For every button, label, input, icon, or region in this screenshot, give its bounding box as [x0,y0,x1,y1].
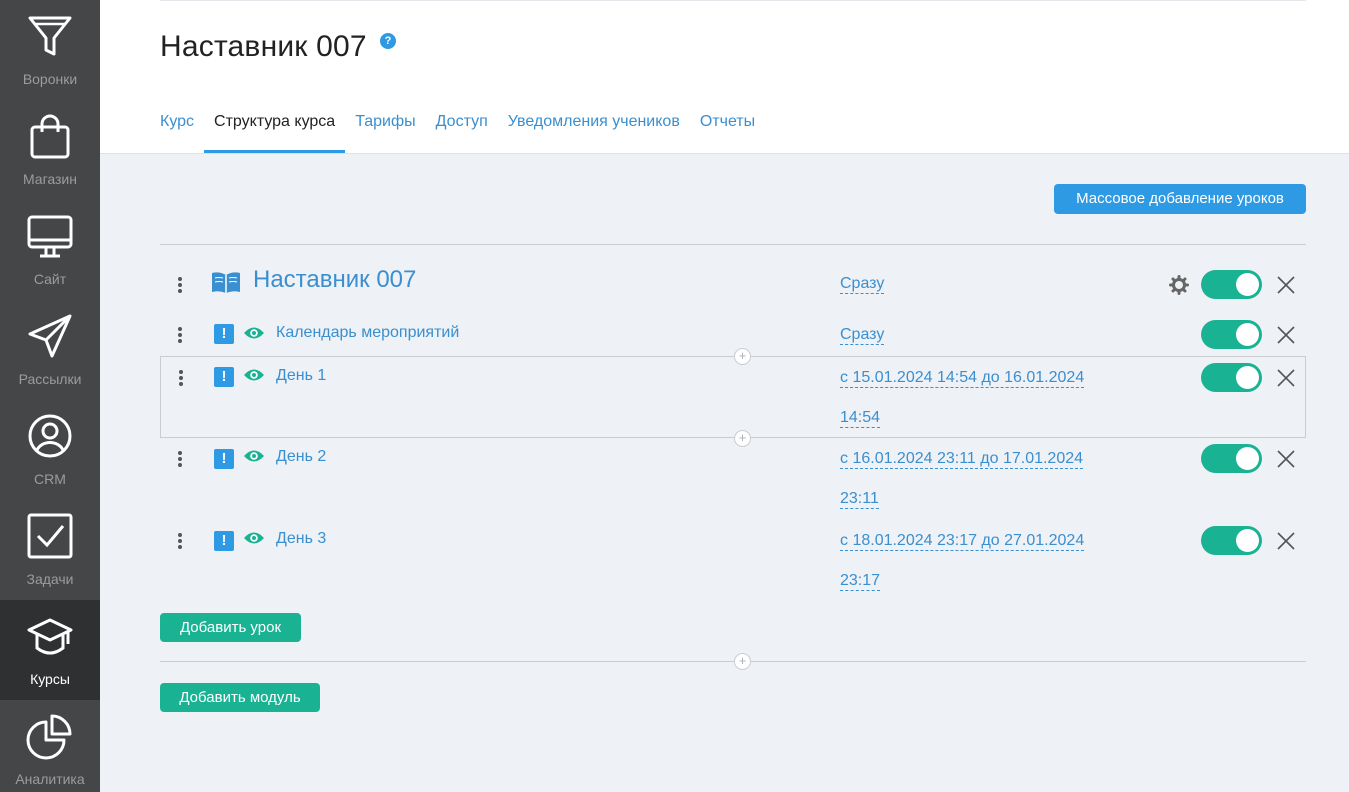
drag-handle-icon[interactable] [178,533,182,551]
monitor-icon [26,212,74,260]
tab-student-notifications[interactable]: Уведомления учеников [508,110,680,154]
open-book-icon [210,270,242,294]
sidebar-item-funnels[interactable]: Воронки [0,0,100,100]
tab-course[interactable]: Курс [160,110,194,154]
tab-bar: Курс Структура курса Тарифы Доступ Уведо… [160,110,775,154]
gear-icon[interactable] [1169,275,1189,295]
toggle-knob [1236,529,1259,552]
lesson-enabled-toggle[interactable] [1201,526,1262,555]
divider [160,244,1306,245]
drag-handle-icon[interactable] [178,277,182,295]
help-icon[interactable]: ? [380,33,396,49]
sidebar-item-label: Аналитика [15,771,85,787]
close-icon[interactable] [1275,448,1297,470]
lesson-title[interactable]: Календарь мероприятий [276,324,459,342]
tab-access[interactable]: Доступ [436,110,488,154]
lesson-schedule-link[interactable]: с 16.01.2024 23:11 до 17.01.2024 23:11 [840,439,1100,519]
graduation-cap-icon [26,612,74,660]
sidebar-item-label: CRM [34,471,66,487]
warning-icon: ! [214,324,234,344]
lesson-row: ! День 2 с 16.01.2024 23:11 до 17.01.202… [160,439,1306,521]
sidebar-item-label: Магазин [22,171,77,187]
sidebar-item-analytics[interactable]: Аналитика [0,700,100,792]
sidebar-item-tasks[interactable]: Задачи [0,500,100,600]
paper-plane-icon [26,312,74,360]
sidebar: Воронки Магазин Сайт Рассылки CRM Задачи [0,0,100,792]
toggle-knob [1236,447,1259,470]
add-lesson-button[interactable]: Добавить урок [160,613,301,642]
lesson-title[interactable]: День 3 [276,530,326,548]
lesson-schedule-link[interactable]: с 18.01.2024 23:17 до 27.01.2024 23:17 [840,521,1100,601]
lesson-enabled-toggle[interactable] [1201,363,1262,392]
lesson-enabled-toggle[interactable] [1201,444,1262,473]
sidebar-item-label: Рассылки [18,371,82,387]
toggle-knob [1236,366,1259,389]
sidebar-item-label: Воронки [22,71,78,87]
tab-reports[interactable]: Отчеты [700,110,755,154]
module-row: Наставник 007 Сразу [160,266,1306,306]
page-header: Наставник 007 ? Курс Структура курса Тар… [100,0,1349,154]
divider [160,0,1306,1]
sidebar-item-label: Курсы [30,671,70,687]
close-icon[interactable] [1275,530,1297,552]
sidebar-item-crm[interactable]: CRM [0,400,100,500]
toggle-knob [1236,273,1259,296]
drag-handle-icon[interactable] [179,370,183,388]
shopping-bag-icon [26,112,74,160]
user-circle-icon [26,412,74,460]
sidebar-item-mailings[interactable]: Рассылки [0,300,100,400]
lesson-enabled-toggle[interactable] [1201,320,1262,349]
pie-chart-icon [26,712,74,760]
eye-icon[interactable] [243,530,265,546]
page-title: Наставник 007 [160,30,367,63]
warning-icon: ! [214,449,234,469]
close-icon[interactable] [1275,324,1297,346]
lesson-title[interactable]: День 2 [276,448,326,466]
warning-icon: ! [214,367,234,387]
sidebar-item-shop[interactable]: Магазин [0,100,100,200]
drag-handle-icon[interactable] [178,451,182,469]
mass-add-lessons-button[interactable]: Массовое добавление уроков [1054,184,1306,214]
tab-course-structure[interactable]: Структура курса [204,110,346,154]
eye-icon[interactable] [243,367,265,383]
sidebar-item-site[interactable]: Сайт [0,200,100,300]
eye-icon[interactable] [243,325,265,341]
sidebar-item-label: Сайт [33,271,67,287]
insert-lesson-icon[interactable]: + [734,430,751,447]
lesson-schedule-link[interactable]: Сразу [840,315,1100,355]
lesson-schedule-link[interactable]: с 15.01.2024 14:54 до 16.01.2024 14:54 [840,358,1100,438]
lesson-row: ! День 1 с 15.01.2024 14:54 до 16.01.202… [160,356,1306,438]
sidebar-item-courses[interactable]: Курсы [0,600,100,700]
toggle-knob [1236,323,1259,346]
sidebar-item-label: Задачи [26,571,74,587]
module-schedule-link[interactable]: Сразу [840,264,1100,304]
drag-handle-icon[interactable] [178,327,182,345]
eye-icon[interactable] [243,448,265,464]
funnel-icon [26,12,74,60]
close-icon[interactable] [1275,367,1297,389]
lesson-title[interactable]: День 1 [276,367,326,385]
divider [160,661,1306,662]
checkbox-icon [26,512,74,560]
insert-module-icon[interactable]: + [734,653,751,670]
module-title[interactable]: Наставник 007 [253,266,416,294]
module-enabled-toggle[interactable] [1201,270,1262,299]
lesson-row: ! День 3 с 18.01.2024 23:17 до 27.01.202… [160,521,1306,603]
lesson-row: ! Календарь мероприятий Сразу [160,315,1306,355]
warning-icon: ! [214,531,234,551]
tab-tariffs[interactable]: Тарифы [355,110,415,154]
insert-lesson-icon[interactable]: + [734,348,751,365]
close-icon[interactable] [1275,274,1297,296]
add-module-button[interactable]: Добавить модуль [160,683,320,712]
